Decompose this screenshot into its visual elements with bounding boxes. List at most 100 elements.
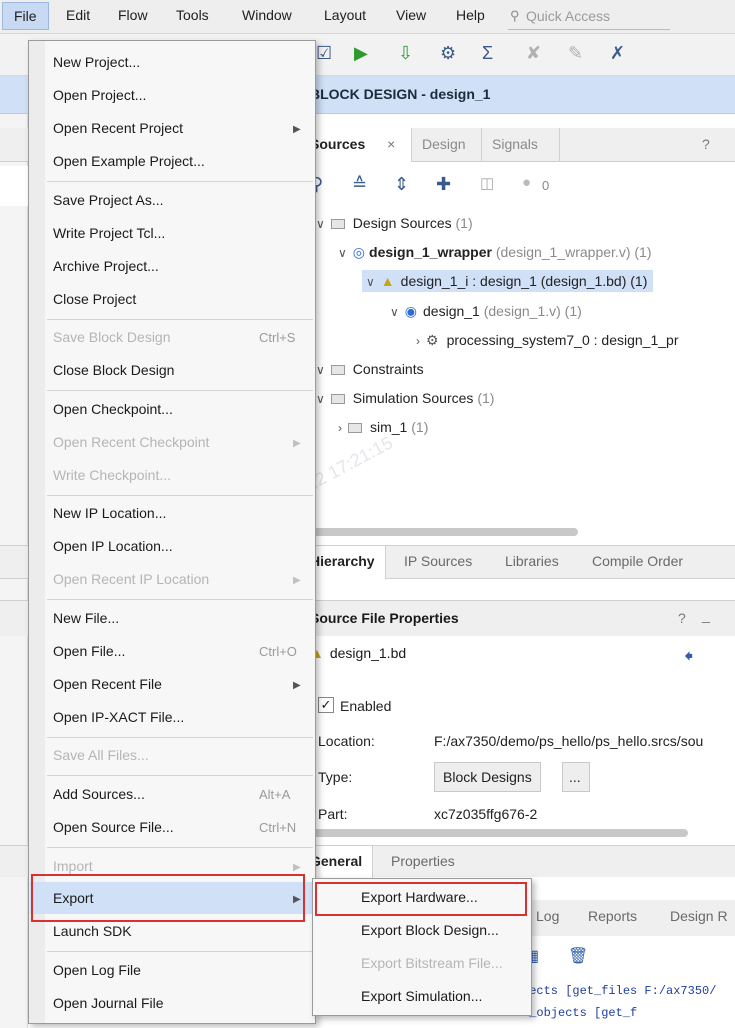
menu-flow[interactable]: Flow — [118, 7, 148, 23]
enabled-checkbox[interactable]: ✓ — [318, 697, 334, 713]
menu-item-open-recent-checkpoint: Open Recent Checkpoint — [53, 434, 210, 450]
close-icon[interactable]: × — [387, 136, 395, 152]
menu-item-new-file[interactable]: New File... — [53, 610, 119, 626]
menu-item-launch-sdk[interactable]: Launch SDK — [53, 923, 132, 939]
help-icon[interactable]: ? — [678, 610, 686, 626]
menu-item-export-hardware[interactable]: Export Hardware... — [361, 889, 478, 905]
menu-item-close-project[interactable]: Close Project — [53, 291, 136, 307]
menu-separator — [47, 951, 313, 952]
menu-separator — [47, 775, 313, 776]
chevron-down-icon[interactable]: ∨ — [316, 363, 325, 377]
menu-item-add-sources[interactable]: Add Sources... — [53, 786, 145, 802]
properties-file-name: design_1.bd — [329, 645, 407, 661]
menu-item-open-source-file[interactable]: Open Source File... — [53, 819, 174, 835]
help-icon[interactable]: ? — [702, 136, 710, 152]
tree-constraints[interactable]: ∨ Constraints — [316, 361, 424, 377]
design-sources-count: (1) — [455, 215, 473, 231]
trash-icon[interactable]: 🗑 — [568, 946, 588, 966]
menu-item-new-project[interactable]: New Project... — [53, 54, 140, 70]
menu-help[interactable]: Help — [456, 7, 485, 23]
run-icon[interactable]: ▶ — [354, 43, 368, 64]
menu-item-new-ip-location[interactable]: New IP Location... — [53, 505, 166, 521]
menu-file[interactable]: File — [2, 2, 49, 30]
tab-design[interactable]: Design — [412, 128, 482, 162]
tab-ip-sources[interactable]: IP Sources — [404, 553, 472, 569]
menu-item-open-checkpoint[interactable]: Open Checkpoint... — [53, 401, 173, 417]
minimize-icon[interactable]: _ — [702, 607, 710, 623]
menu-item-export-block-design[interactable]: Export Block Design... — [361, 922, 499, 938]
submenu-arrow-icon: ▶ — [293, 438, 301, 449]
menu-item-open-ip-location[interactable]: Open IP Location... — [53, 538, 173, 554]
menu-tools[interactable]: Tools — [176, 7, 209, 23]
menu-view[interactable]: View — [396, 7, 426, 23]
chevron-right-icon[interactable]: › — [416, 334, 420, 348]
menu-window[interactable]: Window — [242, 7, 292, 23]
download-icon[interactable]: ⇩ — [398, 43, 413, 64]
tab-signals[interactable]: Signals — [482, 128, 560, 162]
chevron-down-icon[interactable]: ∨ — [316, 392, 325, 406]
menu-item-open-example-project[interactable]: Open Example Project... — [53, 153, 205, 169]
menu-layout[interactable]: Layout — [324, 7, 366, 23]
sigma-icon[interactable]: Σ — [482, 43, 493, 64]
menu-item-save-project-as[interactable]: Save Project As... — [53, 192, 164, 208]
gear-icon[interactable]: ⚙ — [440, 43, 456, 64]
menu-separator — [47, 495, 313, 496]
wrapper-file: (design_1_wrapper.v) (1) — [495, 244, 652, 260]
tab-design-runs[interactable]: Design R — [670, 908, 728, 924]
menu-item-open-file[interactable]: Open File... — [53, 643, 125, 659]
menu-item-open-ip-xact[interactable]: Open IP-XACT File... — [53, 709, 184, 725]
type-value-button[interactable]: Block Designs — [434, 762, 541, 792]
location-value: F:/ax7350/demo/ps_hello/ps_hello.srcs/so… — [434, 733, 704, 749]
add-sources-icon[interactable]: ✚ — [436, 174, 451, 195]
menu-separator — [47, 181, 313, 182]
menu-item-open-recent-file[interactable]: Open Recent File — [53, 676, 162, 692]
sim-1-label: sim_1 — [370, 419, 408, 435]
tab-sources[interactable]: Sources × — [300, 128, 412, 162]
menu-item-open-log-file[interactable]: Open Log File — [53, 962, 141, 978]
tab-log[interactable]: Log — [536, 908, 559, 924]
tree-design-1[interactable]: ∨ ◉ design_1 (design_1.v) (1) — [390, 303, 582, 320]
quick-access-search[interactable]: ⚲ Quick Access — [508, 4, 670, 30]
status-dot-icon: ● — [522, 174, 532, 191]
expand-all-icon[interactable]: ⇕ — [394, 174, 409, 195]
tree-processing-system[interactable]: › ⚙ processing_system7_0 : design_1_pr — [416, 332, 678, 349]
design-sources-label: Design Sources — [352, 215, 452, 231]
menu-item-open-project[interactable]: Open Project... — [53, 87, 146, 103]
menu-item-archive-project[interactable]: Archive Project... — [53, 258, 159, 274]
menu-separator — [47, 737, 313, 738]
menu-item-open-recent-ip-location: Open Recent IP Location — [53, 571, 210, 587]
properties-icon[interactable]: ◫ — [480, 174, 494, 192]
menu-item-open-recent-project[interactable]: Open Recent Project — [53, 120, 183, 136]
menu-item-export-simulation[interactable]: Export Simulation... — [361, 988, 482, 1004]
chevron-down-icon[interactable]: ∨ — [366, 275, 375, 289]
menu-item-open-journal-file[interactable]: Open Journal File — [53, 995, 164, 1011]
tree-design-sources[interactable]: ∨ Design Sources (1) — [316, 215, 473, 231]
chevron-down-icon[interactable]: ∨ — [390, 305, 399, 319]
tree-sim-1[interactable]: › sim_1 (1) — [338, 419, 428, 435]
sim-sources-count: (1) — [477, 390, 495, 406]
shortcut-save-block-design: Ctrl+S — [259, 330, 296, 345]
tree-simulation-sources[interactable]: ∨ Simulation Sources (1) — [316, 390, 494, 406]
menu-edit[interactable]: Edit — [66, 7, 90, 23]
collapse-all-icon[interactable]: ≙ — [352, 174, 367, 195]
chevron-right-icon[interactable]: › — [338, 421, 342, 435]
tree-design-1-i[interactable]: ∨ ▲ design_1_i : design_1 (design_1.bd) (1… — [362, 270, 654, 292]
back-arrow-icon[interactable]: 🠸 — [684, 644, 693, 674]
tab-properties[interactable]: Properties — [391, 853, 455, 869]
sources-scrollbar[interactable] — [300, 528, 578, 536]
folder-icon — [330, 394, 345, 404]
tab-compile-order[interactable]: Compile Order — [592, 553, 683, 569]
chevron-down-icon[interactable]: ∨ — [338, 246, 347, 260]
tab-libraries[interactable]: Libraries — [505, 553, 559, 569]
type-more-button[interactable]: ... — [562, 762, 590, 792]
checkbox-icon[interactable]: ☑ — [316, 43, 332, 64]
properties-scrollbar[interactable] — [300, 829, 688, 837]
menu-item-close-block-design[interactable]: Close Block Design — [53, 362, 174, 378]
tree-design-wrapper[interactable]: ∨ ◎ design_1_wrapper (design_1_wrapper.v) … — [338, 244, 651, 261]
tab-reports[interactable]: Reports — [588, 908, 637, 924]
chevron-down-icon[interactable]: ∨ — [316, 217, 325, 231]
folder-icon — [330, 219, 345, 229]
menu-item-save-all-files: Save All Files... — [53, 747, 149, 763]
menu-item-write-project-tcl[interactable]: Write Project Tcl... — [53, 225, 165, 241]
cross-tool-icon[interactable]: ✗ — [610, 43, 625, 64]
